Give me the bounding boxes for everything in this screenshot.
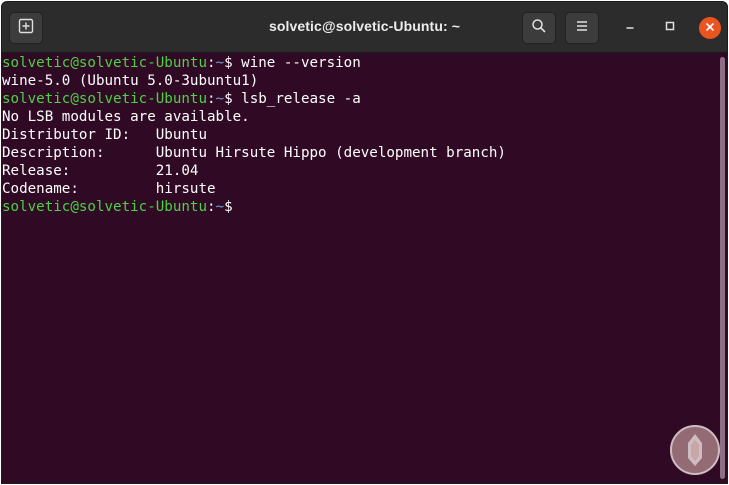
command-text: lsb_release -a: [232, 91, 361, 107]
output-line: Description: Ubuntu Hirsute Hippo (devel…: [2, 145, 506, 161]
prompt-path: ~: [215, 55, 225, 71]
prompt-symbol: $: [224, 55, 233, 71]
prompt-separator: :: [207, 55, 216, 71]
window-title: solvetic@solvetic-Ubuntu: ~: [269, 18, 460, 34]
maximize-icon: [664, 19, 676, 37]
prompt-user: solvetic@solvetic-Ubuntu: [2, 55, 207, 71]
search-button[interactable]: [522, 12, 556, 44]
prompt-path: ~: [215, 199, 225, 215]
title-bar[interactable]: solvetic@solvetic-Ubuntu: ~: [2, 2, 727, 53]
terminal-output[interactable]: solvetic@solvetic-Ubuntu:~$ wine --versi…: [2, 53, 717, 483]
prompt-separator: :: [207, 91, 216, 107]
output-line: Codename: hirsute: [2, 181, 216, 197]
maximize-button[interactable]: [661, 19, 679, 37]
prompt-line: solvetic@solvetic-Ubuntu:~$: [2, 198, 717, 216]
terminal-window: solvetic@solvetic-Ubuntu: ~ solvetic@sol…: [1, 1, 728, 484]
scrollbar-thumb[interactable]: [720, 57, 725, 479]
minimize-icon: [624, 19, 636, 37]
close-icon: [705, 19, 715, 37]
output-line: Distributor ID: Ubuntu: [2, 127, 207, 143]
command-text: wine --version: [232, 55, 361, 71]
prompt-user: solvetic@solvetic-Ubuntu: [2, 199, 207, 215]
prompt-separator: :: [207, 199, 216, 215]
prompt-symbol: $: [224, 91, 233, 107]
prompt-path: ~: [215, 91, 225, 107]
prompt-line: solvetic@solvetic-Ubuntu:~$ wine --versi…: [2, 54, 717, 72]
close-button[interactable]: [699, 17, 721, 39]
prompt-symbol: $: [224, 199, 233, 215]
menu-button[interactable]: [565, 12, 599, 44]
prompt-user: solvetic@solvetic-Ubuntu: [2, 91, 207, 107]
output-line: No LSB modules are available.: [2, 109, 250, 125]
watermark-logo: [670, 425, 720, 475]
search-icon: [531, 18, 547, 39]
output-line: wine-5.0 (Ubuntu 5.0-3ubuntu1): [2, 73, 259, 89]
output-line: Release: 21.04: [2, 163, 199, 179]
hamburger-menu-icon: [575, 19, 589, 38]
minimize-button[interactable]: [621, 19, 639, 37]
prompt-line: solvetic@solvetic-Ubuntu:~$ lsb_release …: [2, 90, 717, 108]
